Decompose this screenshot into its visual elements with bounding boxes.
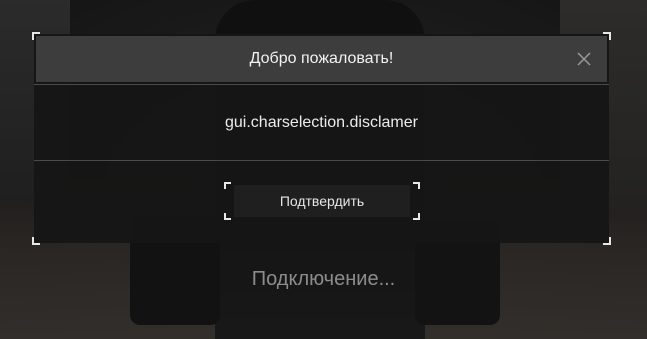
welcome-dialog: Добро пожаловать! gui.charselection.disc… <box>32 32 611 245</box>
divider <box>34 84 609 85</box>
button-corner-marker <box>413 182 420 189</box>
close-icon[interactable] <box>575 50 593 68</box>
dialog-corner-marker <box>603 237 611 245</box>
confirm-button[interactable]: Подтвердить <box>234 185 410 217</box>
button-corner-marker <box>413 213 420 220</box>
connection-status: Подключение... <box>251 268 396 290</box>
button-corner-marker <box>224 213 231 220</box>
divider <box>34 160 609 161</box>
confirm-button-frame: Подтвердить <box>224 182 420 220</box>
dialog-message: gui.charselection.disclamer <box>225 114 418 131</box>
dialog-title: Добро пожаловать! <box>249 50 394 67</box>
dialog-header: Добро пожаловать! <box>36 36 607 82</box>
button-corner-marker <box>224 182 231 189</box>
game-screen: Добро пожаловать! gui.charselection.disc… <box>0 0 647 339</box>
dialog-corner-marker <box>32 237 40 245</box>
